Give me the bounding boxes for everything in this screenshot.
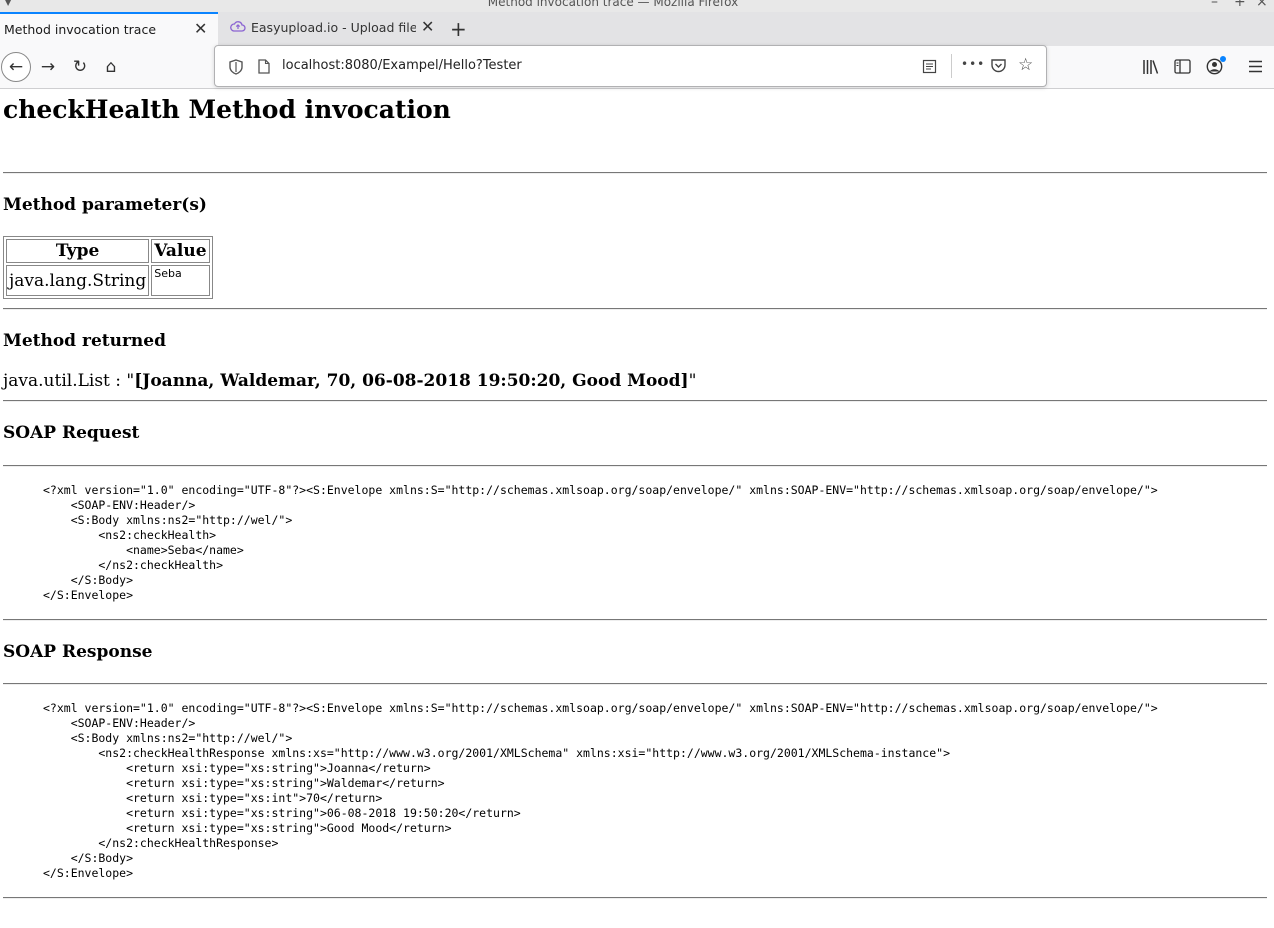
param-value-cell: Seba: [151, 265, 210, 296]
divider: [3, 308, 1267, 310]
bookmark-star-icon[interactable]: ☆: [1018, 55, 1033, 75]
reader-view-icon[interactable]: [922, 59, 937, 74]
tab-method-invocation-trace[interactable]: Method invocation trace ✕: [0, 12, 218, 46]
hamburger-menu-icon[interactable]: [1248, 60, 1263, 73]
window-title: Method invocation trace — Mozilla Firefo…: [487, 0, 739, 9]
divider: [3, 897, 1267, 899]
returned-result: java.util.List : "[Joanna, Waldemar, 70,…: [3, 371, 696, 391]
params-table-header-row: Type Value: [6, 239, 210, 263]
page-content: checkHealth Method invocation Method par…: [0, 89, 1274, 928]
divider: [3, 465, 1267, 467]
notification-dot-icon: [1220, 56, 1226, 62]
navigation-toolbar: ← → ↻ ⌂ localhost:8080/Exampel/Hello?Tes…: [0, 45, 1274, 89]
params-header-value: Value: [151, 239, 210, 263]
back-button[interactable]: ←: [1, 52, 31, 82]
divider: [3, 683, 1267, 685]
tab-label: Method invocation trace: [4, 22, 157, 37]
page-title: checkHealth Method invocation: [3, 95, 451, 124]
divider: [3, 400, 1267, 402]
tab-strip: Method invocation trace ✕ Easyupload.io …: [0, 12, 1274, 46]
pocket-icon[interactable]: [990, 58, 1007, 74]
divider: [3, 172, 1267, 174]
params-header-type: Type: [6, 239, 150, 263]
divider: [3, 619, 1267, 621]
url-text[interactable]: localhost:8080/Exampel/Hello?Tester: [282, 58, 522, 73]
sidebar-icon[interactable]: [1174, 59, 1191, 74]
soap-request-xml: <?xml version="1.0" encoding="UTF-8"?><S…: [43, 483, 1158, 602]
tab-label: Easyupload.io - Upload files fo: [251, 20, 416, 35]
close-window-button[interactable]: ×: [1256, 0, 1268, 10]
returned-heading: Method returned: [3, 331, 166, 351]
cloud-upload-icon: [230, 21, 246, 32]
urlbar-separator: [951, 54, 952, 78]
table-row: java.lang.String Seba: [6, 265, 210, 296]
returned-close-quote: ": [688, 371, 697, 391]
new-tab-button[interactable]: +: [450, 17, 467, 41]
minimize-button[interactable]: –: [1211, 0, 1218, 10]
params-heading: Method parameter(s): [3, 195, 207, 215]
soap-response-heading: SOAP Response: [3, 642, 153, 662]
tab-easyupload[interactable]: Easyupload.io - Upload files fo ✕: [218, 12, 440, 46]
returned-value: [Joanna, Waldemar, 70, 06-08-2018 19:50:…: [134, 371, 689, 391]
url-bar[interactable]: localhost:8080/Exampel/Hello?Tester ••• …: [214, 45, 1047, 87]
tracking-protection-shield-icon[interactable]: [229, 59, 243, 75]
home-button[interactable]: ⌂: [98, 54, 124, 80]
page-actions-menu-icon[interactable]: •••: [961, 57, 985, 71]
param-type-cell: java.lang.String: [6, 265, 150, 296]
library-icon[interactable]: [1142, 59, 1160, 75]
reload-button[interactable]: ↻: [67, 54, 93, 80]
tab-close-icon[interactable]: ✕: [421, 17, 434, 36]
window-titlebar: ▼ Method invocation trace — Mozilla Fire…: [0, 0, 1274, 12]
returned-type: java.util.List : ": [3, 371, 135, 391]
soap-request-heading: SOAP Request: [3, 423, 140, 443]
maximize-button[interactable]: +: [1234, 0, 1246, 10]
params-table: Type Value java.lang.String Seba: [3, 236, 213, 299]
tab-close-icon[interactable]: ✕: [194, 19, 207, 38]
forward-button[interactable]: →: [35, 54, 61, 80]
soap-response-xml: <?xml version="1.0" encoding="UTF-8"?><S…: [43, 701, 1158, 880]
page-info-icon[interactable]: [258, 59, 270, 74]
